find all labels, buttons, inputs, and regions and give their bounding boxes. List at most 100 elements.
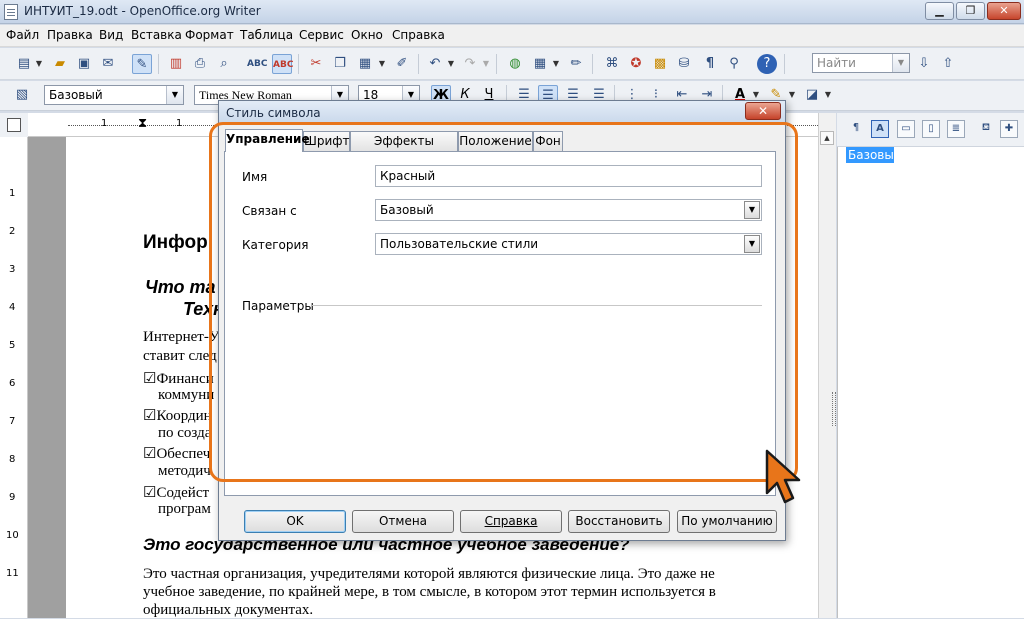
dialog-close-button[interactable]: ✕ <box>745 102 781 120</box>
formatting-marks-icon[interactable]: ¶ <box>700 54 720 74</box>
mouse-pointer-icon <box>765 449 801 504</box>
edit-mode-icon[interactable]: ✎ <box>132 54 152 74</box>
maximize-button[interactable]: ❐ <box>956 2 985 20</box>
spellcheck-icon[interactable]: ABC <box>247 54 267 74</box>
fill-format-icon[interactable]: ⛾ <box>977 120 995 138</box>
data-sources-icon[interactable]: ⛁ <box>674 54 694 74</box>
bullet-item: ☑Обеспеч <box>143 446 211 462</box>
undo-icon[interactable]: ↶ <box>425 54 445 74</box>
new-style-icon[interactable]: ✚ <box>1000 120 1018 138</box>
gallery-icon[interactable]: ▩ <box>650 54 670 74</box>
help-button[interactable]: Справка <box>460 510 562 533</box>
ruler-mark: 10 <box>6 530 19 541</box>
save-icon[interactable]: ▣ <box>74 54 94 74</box>
page-styles-icon[interactable]: ▯ <box>922 120 940 138</box>
menu-table[interactable]: Таблица <box>240 28 293 42</box>
paragraph-line: официальных документах. <box>143 602 314 618</box>
menu-bar: Файл Правка Вид Вставка Формат Таблица С… <box>0 25 1024 47</box>
menu-insert[interactable]: Вставка <box>131 28 182 42</box>
list-styles-icon[interactable]: ≣ <box>947 120 965 138</box>
zoom-icon[interactable]: ⚲ <box>724 54 744 74</box>
paragraph-line: Это частная организация, учредителями ко… <box>143 566 715 582</box>
find-previous-icon[interactable]: ⇧ <box>938 54 958 74</box>
ruler-mark: 2 <box>9 226 16 237</box>
minimize-button[interactable]: ▁ <box>925 2 954 20</box>
paragraph-styles-icon[interactable]: ¶ <box>847 120 865 138</box>
menu-edit[interactable]: Правка <box>47 28 93 42</box>
tab-organizer[interactable]: Управление <box>225 129 310 152</box>
chevron-down-icon[interactable]: ▼ <box>788 85 796 105</box>
close-window-button[interactable]: ✕ <box>987 2 1021 20</box>
bullet-item-cont: методич <box>158 463 211 479</box>
navigator-icon[interactable]: ✪ <box>626 54 646 74</box>
email-icon[interactable]: ✉ <box>98 54 118 74</box>
ruler-mark: 1 <box>101 118 108 129</box>
bullet-item: ☑Координ <box>143 408 212 424</box>
cut-icon[interactable]: ✂ <box>306 54 326 74</box>
menu-file[interactable]: Файл <box>6 28 39 42</box>
background-color-icon[interactable]: ◪ <box>802 85 822 105</box>
heading-2: Что та <box>145 277 216 297</box>
chevron-down-icon[interactable]: ▼ <box>824 85 832 105</box>
window-title: ИНТУИТ_19.odt - OpenOffice.org Writer <box>24 4 261 18</box>
chevron-down-icon[interactable]: ▼ <box>378 54 386 74</box>
highlight-frame <box>209 122 798 482</box>
new-document-icon[interactable]: ▤ <box>14 54 34 74</box>
copy-icon[interactable]: ❐ <box>330 54 350 74</box>
menu-help[interactable]: Справка <box>392 28 445 42</box>
scroll-up-icon[interactable]: ▲ <box>820 131 834 145</box>
ruler-mark: 7 <box>9 416 16 427</box>
vertical-scrollbar[interactable] <box>818 113 836 618</box>
redo-icon[interactable]: ↷ <box>460 54 480 74</box>
reset-button[interactable]: Восстановить <box>568 510 670 533</box>
dialog-title: Стиль символа <box>226 106 321 120</box>
ruler-mark: 9 <box>9 492 16 503</box>
menu-view[interactable]: Вид <box>99 28 123 42</box>
menu-tools[interactable]: Сервис <box>299 28 344 42</box>
character-styles-icon[interactable]: A <box>871 120 889 138</box>
vertical-ruler[interactable]: 1 2 3 4 5 6 7 8 9 10 11 <box>0 137 28 618</box>
clone-formatting-icon[interactable]: ✐ <box>392 54 412 74</box>
chevron-down-icon[interactable]: ▼ <box>892 54 909 72</box>
print-preview-icon[interactable]: ⌕ <box>214 54 234 74</box>
ruler-mark: 1 <box>9 188 16 199</box>
menu-format[interactable]: Формат <box>185 28 234 42</box>
chevron-down-icon[interactable]: ▼ <box>166 86 183 104</box>
show-draw-functions-icon[interactable]: ✏ <box>566 54 586 74</box>
chevron-down-icon[interactable]: ▼ <box>552 54 560 74</box>
export-pdf-icon[interactable]: ▥ <box>166 54 186 74</box>
menu-window[interactable]: Окно <box>351 28 383 42</box>
styles-formatting-icon[interactable]: ▧ <box>12 85 32 105</box>
panel-splitter-handle[interactable] <box>832 392 836 426</box>
find-next-icon[interactable]: ⇩ <box>914 54 934 74</box>
paragraph-style-combo[interactable]: Базовый ▼ <box>44 85 184 105</box>
styles-panel <box>837 113 1024 618</box>
frame-styles-icon[interactable]: ▭ <box>897 120 915 138</box>
bullet-item-cont: програм <box>158 501 211 517</box>
print-icon[interactable]: ⎙ <box>190 54 210 74</box>
indent-marker-icon[interactable]: ⧗ <box>138 116 147 131</box>
chevron-down-icon[interactable]: ▼ <box>35 54 43 74</box>
ruler-mark: 5 <box>9 340 16 351</box>
autospellcheck-icon[interactable]: ABC <box>272 54 293 74</box>
writer-document-icon <box>4 4 18 20</box>
ruler-mark: 6 <box>9 378 16 389</box>
ruler-mark: 11 <box>6 568 19 579</box>
ruler-mark: 8 <box>9 454 16 465</box>
style-list-item[interactable]: Базовый <box>846 147 902 163</box>
hyperlink-icon[interactable]: ◍ <box>505 54 525 74</box>
table-icon[interactable]: ▦ <box>530 54 550 74</box>
heading-1: Инфор <box>143 232 208 253</box>
help-icon[interactable]: ? <box>757 54 777 74</box>
open-folder-icon[interactable]: ▰ <box>50 54 70 74</box>
tab-stop-selector[interactable] <box>7 118 21 132</box>
cancel-button[interactable]: Отмена <box>352 510 454 533</box>
bullet-item: ☑Финанси <box>143 371 214 387</box>
standard-button[interactable]: По умолчанию <box>677 510 777 533</box>
find-replace-icon[interactable]: ⌘ <box>602 54 622 74</box>
chevron-down-icon[interactable]: ▼ <box>447 54 455 74</box>
paste-icon[interactable]: ▦ <box>355 54 375 74</box>
chevron-down-icon[interactable]: ▼ <box>482 54 490 74</box>
find-input[interactable]: Найти ▼ <box>812 53 910 73</box>
ok-button[interactable]: OK <box>244 510 346 533</box>
